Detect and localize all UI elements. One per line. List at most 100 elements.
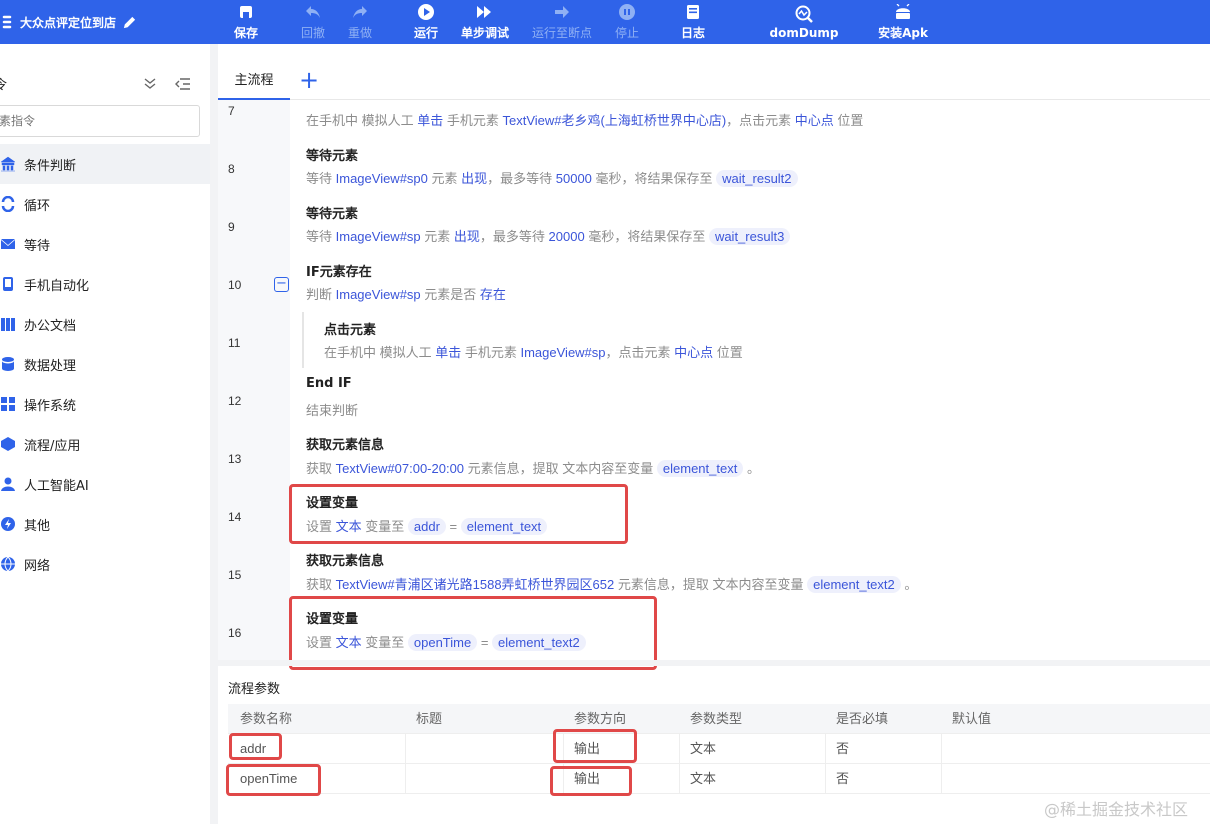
install-apk-button[interactable]: 安装Apk [876,0,930,44]
annotation-box [550,766,632,796]
step-13-description[interactable]: 获取 TextView#07:00-20:00 元素信息，提取 文本内容至变量 … [306,458,760,477]
command-search-input[interactable] [0,105,200,137]
redo-button[interactable]: 重做 [345,0,375,44]
category-label: 循环 [24,198,51,214]
step-15-title[interactable]: 获取元素信息 [306,550,384,569]
category-item-flow[interactable]: 流程/应用 [0,424,210,464]
phone-icon [3,277,13,291]
step-8-title[interactable]: 等待元素 [306,145,358,164]
run-button[interactable]: 运行 [412,0,440,44]
log-button[interactable]: 日志 [679,0,707,44]
step-8-description[interactable]: 等待 ImageView#sp0 元素 出现，最多等待 50000 毫秒，将结果… [306,168,798,187]
run-to-breakpoint-icon [553,3,571,21]
annotation-box [553,729,637,763]
line-number: 13 [228,452,242,466]
line-number: 9 [228,220,235,234]
step-12-description[interactable]: 结束判断 [306,400,358,419]
category-item-other[interactable]: 其他 [0,504,210,544]
param-required-cell[interactable]: 否 [836,764,849,794]
dom-dump-button[interactable]: domDump [768,0,840,44]
param-required-cell[interactable]: 否 [836,734,849,764]
collapse-block-button[interactable]: − [274,277,289,292]
ai-icon [1,477,15,491]
step-debug-label: 单步调试 [460,26,509,40]
table-row[interactable]: openTime 输出 文本 否 [228,764,1210,794]
play-icon [417,3,435,21]
column-header: 标题 [416,711,443,726]
table-row[interactable]: addr 输出 文本 否 [228,734,1210,764]
tab-main-flow[interactable]: 主流程 [218,62,290,100]
line-number: 15 [228,568,242,582]
column-divider [825,734,826,794]
dom-dump-label: domDump [769,25,839,40]
panel-collapse-icon[interactable] [175,77,191,91]
annotation-box [289,596,657,670]
category-label: 操作系统 [24,398,77,414]
step-icon [476,3,494,21]
step-10-title[interactable]: IF元素存在 [306,261,372,280]
line-number: 16 [228,626,242,640]
category-item-os[interactable]: 操作系统 [0,384,210,424]
run-label: 运行 [413,26,438,40]
line-number: 14 [228,510,242,524]
command-panel-title: 令 [0,78,8,93]
run-to-breakpoint-label: 运行至断点 [531,26,592,40]
step-12-title[interactable]: End IF [306,376,352,391]
param-type-cell[interactable]: 文本 [690,734,716,764]
params-title: 流程参数 [228,682,281,697]
category-item-document[interactable]: 办公文档 [0,304,210,344]
category-item-condition[interactable]: 条件判断 [0,144,210,184]
save-icon [237,3,255,21]
category-label: 办公文档 [24,318,77,334]
step-9-title[interactable]: 等待元素 [306,203,358,222]
annotation-box [289,484,628,544]
network-icon [1,556,15,572]
undo-icon [304,3,322,21]
flow-icon [1,437,15,451]
column-header: 默认值 [952,711,992,726]
add-tab-button[interactable]: + [298,68,320,92]
category-label: 数据处理 [24,358,77,374]
category-item-wait[interactable]: 等待 [0,224,210,264]
step-9-description[interactable]: 等待 ImageView#sp 元素 出现，最多等待 20000 毫秒，将结果保… [306,226,791,245]
category-item-network[interactable]: 网络 [0,544,210,584]
category-label: 流程/应用 [24,438,81,454]
step-13-title[interactable]: 获取元素信息 [306,434,384,453]
step-7-description[interactable]: 在手机中 模拟人工 单击 手机元素 TextView#老乡鸡(上海虹桥世界中心店… [306,110,863,129]
line-number: 8 [228,162,235,176]
run-to-breakpoint-button[interactable]: 运行至断点 [530,0,594,44]
stop-button[interactable]: 停止 [613,0,641,44]
params-table-header: 参数名称 标题 参数方向 参数类型 是否必填 默认值 [228,704,1210,734]
annotation-box [226,764,321,796]
top-toolbar: 大众点评定位到店 保存 回撤 重做 运行 单步调试 运行至断点 停止 日志 do… [0,0,1210,44]
category-item-loop[interactable]: 循环 [0,184,210,224]
category-label: 等待 [24,238,51,254]
step-15-description[interactable]: 获取 TextView#青浦区诸光路1588弄虹桥世界园区652 元素信息，提取… [306,574,917,593]
condition-icon [0,156,16,172]
os-icon [1,397,15,411]
dom-dump-icon [795,5,813,23]
param-type-cell[interactable]: 文本 [690,764,716,794]
category-item-database[interactable]: 数据处理 [0,344,210,384]
step-debug-button[interactable]: 单步调试 [460,0,510,44]
step-11-title[interactable]: 点击元素 [324,319,376,338]
undo-button[interactable]: 回撤 [298,0,328,44]
log-label: 日志 [680,26,705,40]
line-number: 10 [228,278,242,292]
step-10-description[interactable]: 判断 ImageView#sp 元素是否 存在 [306,284,506,303]
category-item-ai[interactable]: 人工智能AI [0,464,210,504]
save-button[interactable]: 保存 [232,0,260,44]
category-item-phone[interactable]: 手机自动化 [0,264,210,304]
collapse-all-icon[interactable] [143,77,157,91]
panel-divider [210,44,218,824]
params-separator [218,660,1210,666]
column-divider [941,734,942,794]
step-11-description[interactable]: 在手机中 模拟人工 单击 手机元素 ImageView#sp，点击元素 中心点 … [324,342,743,361]
app-title: 大众点评定位到店 [20,15,117,30]
app-logo-icon [2,15,12,29]
line-number: 11 [228,336,241,350]
wait-icon [1,239,15,249]
command-category-list: 条件判断 循环 等待 手机自动化 办公文档 数据处理 操作系统 流程/应用 人工… [0,144,210,584]
column-divider [679,734,680,794]
edit-title-icon[interactable] [122,15,137,30]
